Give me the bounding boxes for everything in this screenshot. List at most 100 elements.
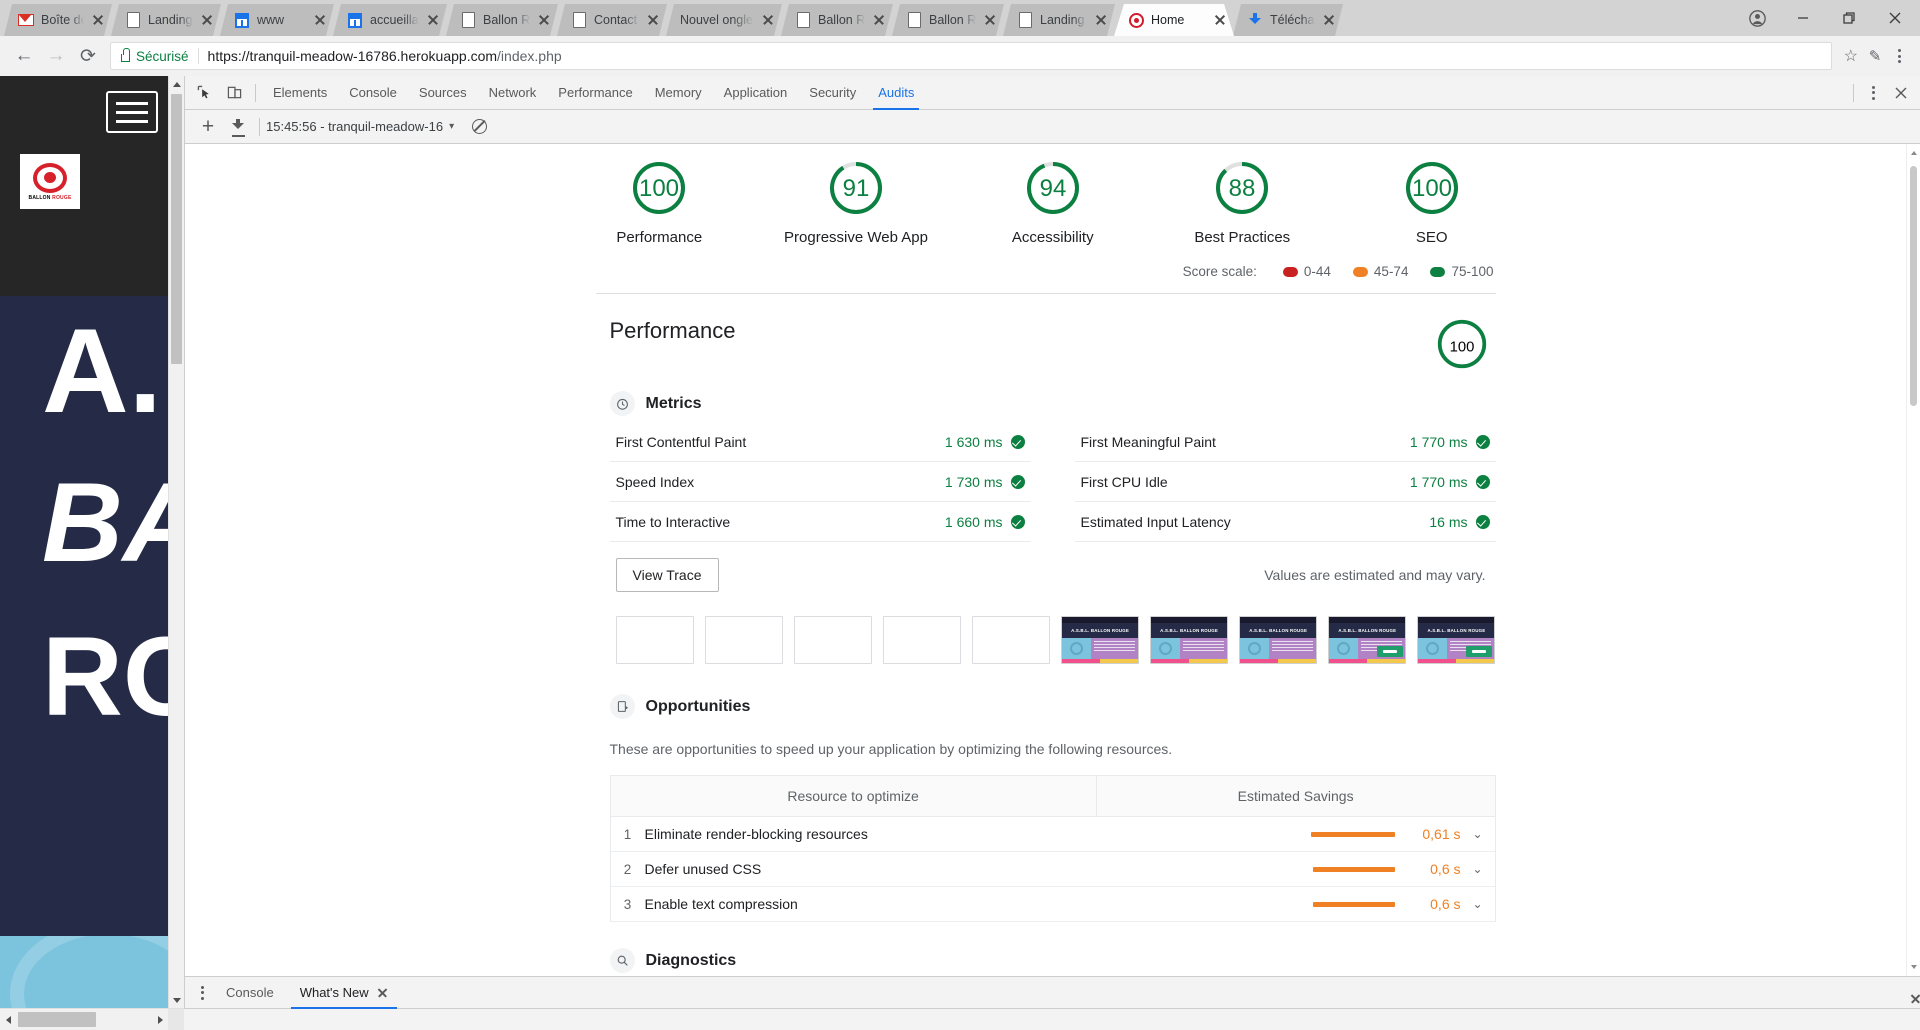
gauge-performance[interactable]: 100 Performance — [596, 160, 724, 246]
scroll-up-arrow-icon[interactable] — [169, 76, 184, 92]
chevron-down-icon[interactable]: ⌄ — [1461, 862, 1495, 876]
browser-tab[interactable]: Nouvel ongle — [666, 4, 782, 36]
browser-tab-active[interactable]: Home — [1114, 4, 1234, 36]
close-icon[interactable] — [377, 987, 388, 998]
star-icon[interactable]: ☆ — [1844, 46, 1858, 66]
close-icon[interactable] — [425, 12, 441, 28]
browser-tab[interactable]: Ballon Ro — [781, 4, 893, 36]
report-scrollbar[interactable] — [1906, 144, 1920, 976]
site-logo[interactable]: BALLON ROUGE — [20, 154, 80, 209]
audit-report-select[interactable]: 15:45:56 - tranquil-meadow-16 ▾ — [266, 119, 454, 134]
device-toolbar-icon[interactable] — [219, 79, 249, 107]
chrome-menu-icon[interactable] — [1886, 49, 1912, 63]
scrollbar-thumb[interactable] — [18, 1012, 96, 1027]
browser-tab[interactable]: www — [220, 4, 334, 36]
table-row[interactable]: 1 Eliminate render-blocking resources 0,… — [610, 817, 1495, 852]
drawer-tab-whats-new[interactable]: What's New — [287, 977, 401, 1009]
document-icon — [460, 12, 476, 28]
filmstrip-frame — [615, 616, 694, 664]
tab-security[interactable]: Security — [798, 76, 867, 110]
tab-title: www — [257, 13, 285, 27]
close-icon[interactable] — [536, 12, 552, 28]
close-icon[interactable] — [645, 12, 661, 28]
tab-performance[interactable]: Performance — [547, 76, 643, 110]
drawer-tab-console[interactable]: Console — [213, 977, 287, 1009]
browser-tab[interactable]: Boîte de ré — [4, 4, 112, 36]
account-icon[interactable] — [1734, 2, 1780, 34]
export-icon[interactable] — [223, 113, 253, 141]
blue-page-icon — [234, 12, 250, 28]
browser-tab[interactable]: accueillan — [333, 4, 447, 36]
gauge-seo[interactable]: 100 SEO — [1368, 160, 1496, 246]
scroll-up-arrow-icon[interactable] — [1907, 146, 1920, 160]
web-page-content: BALLON ROUGE A. BA RO — [0, 76, 168, 1008]
close-icon[interactable] — [760, 12, 776, 28]
more-options-icon[interactable] — [1860, 85, 1886, 100]
filmstrip-frame: A.S.B.L. BALLON ROUGE — [1417, 616, 1496, 664]
close-icon[interactable] — [871, 12, 887, 28]
minimize-icon[interactable] — [1780, 2, 1826, 34]
page-horizontal-scrollbar[interactable] — [0, 1008, 168, 1030]
add-audit-button[interactable]: + — [193, 113, 223, 141]
gauge-label: Progressive Web App — [784, 229, 928, 246]
status-bar — [0, 1008, 1920, 1030]
tab-memory[interactable]: Memory — [644, 76, 713, 110]
close-icon[interactable] — [90, 12, 106, 28]
view-trace-button[interactable]: View Trace — [615, 558, 719, 592]
tab-sources[interactable]: Sources — [408, 76, 478, 110]
score-scale-range-high: 75-100 — [1430, 264, 1494, 279]
tab-audits[interactable]: Audits — [867, 76, 925, 110]
maximize-icon[interactable] — [1826, 2, 1872, 34]
scroll-left-arrow-icon[interactable] — [0, 1009, 16, 1030]
gauge-best-practices[interactable]: 88 Best Practices — [1179, 160, 1307, 246]
scroll-down-arrow-icon[interactable] — [169, 992, 184, 1008]
clear-all-icon[interactable] — [464, 113, 494, 141]
browser-tab[interactable]: Landing - — [1003, 4, 1115, 36]
gauge-accessibility[interactable]: 94 Accessibility — [989, 160, 1117, 246]
close-devtools-icon[interactable] — [1886, 79, 1916, 107]
tab-application[interactable]: Application — [713, 76, 799, 110]
new-tab-button[interactable] — [1348, 8, 1376, 36]
metric-value: 1 630 ms — [945, 434, 1031, 450]
scroll-down-arrow-icon[interactable] — [1907, 960, 1920, 974]
gauge-pwa[interactable]: 91 Progressive Web App — [784, 160, 928, 246]
reload-icon[interactable]: ⟳ — [72, 40, 104, 72]
hamburger-menu-icon[interactable] — [106, 91, 158, 133]
chevron-down-icon[interactable]: ⌄ — [1461, 897, 1495, 911]
drawer-menu-icon[interactable] — [191, 985, 213, 1000]
table-row[interactable]: 3 Enable text compression 0,6 s ⌄ — [610, 887, 1495, 922]
section-title: Metrics — [645, 394, 702, 412]
scrollbar-thumb[interactable] — [1910, 166, 1917, 406]
browser-tab[interactable]: Ballon Ro — [892, 4, 1004, 36]
drawer-tab-label: Console — [226, 985, 274, 1000]
score-scale-label: Score scale: — [1182, 264, 1257, 279]
filmstrip-frame — [971, 616, 1050, 664]
inspect-element-icon[interactable] — [189, 79, 219, 107]
pen-icon[interactable]: ✎ — [1864, 46, 1886, 66]
browser-tab[interactable]: Landing - — [111, 4, 221, 36]
metric-row: First CPU Idle 1 770 ms — [1074, 462, 1496, 502]
close-icon[interactable] — [982, 12, 998, 28]
secure-label: Sécurisé — [136, 48, 189, 64]
address-bar[interactable]: Sécurisé https://tranquil-meadow-16786.h… — [110, 42, 1832, 70]
close-icon[interactable] — [199, 12, 215, 28]
close-icon[interactable] — [1093, 12, 1109, 28]
table-row[interactable]: 2 Defer unused CSS 0,6 s ⌄ — [610, 852, 1495, 887]
tab-strip: Boîte de ré Landing - www accueillan Bal… — [0, 0, 1920, 36]
tab-elements[interactable]: Elements — [262, 76, 338, 110]
browser-tab[interactable]: Télécharg — [1233, 4, 1343, 36]
browser-tab[interactable]: Ballon Ro — [446, 4, 558, 36]
scroll-right-arrow-icon[interactable] — [152, 1009, 168, 1030]
tab-console[interactable]: Console — [338, 76, 408, 110]
browser-tab[interactable]: Contact F — [557, 4, 667, 36]
chevron-down-icon[interactable]: ⌄ — [1461, 827, 1495, 841]
close-icon[interactable] — [1321, 12, 1337, 28]
close-icon[interactable] — [1212, 12, 1228, 28]
close-icon[interactable] — [1872, 2, 1918, 34]
metric-name: Speed Index — [615, 473, 695, 490]
close-icon[interactable] — [312, 12, 328, 28]
page-vertical-scrollbar[interactable] — [168, 76, 184, 1008]
back-arrow-icon[interactable]: ← — [8, 40, 40, 72]
scrollbar-thumb[interactable] — [171, 94, 182, 364]
tab-network[interactable]: Network — [478, 76, 548, 110]
